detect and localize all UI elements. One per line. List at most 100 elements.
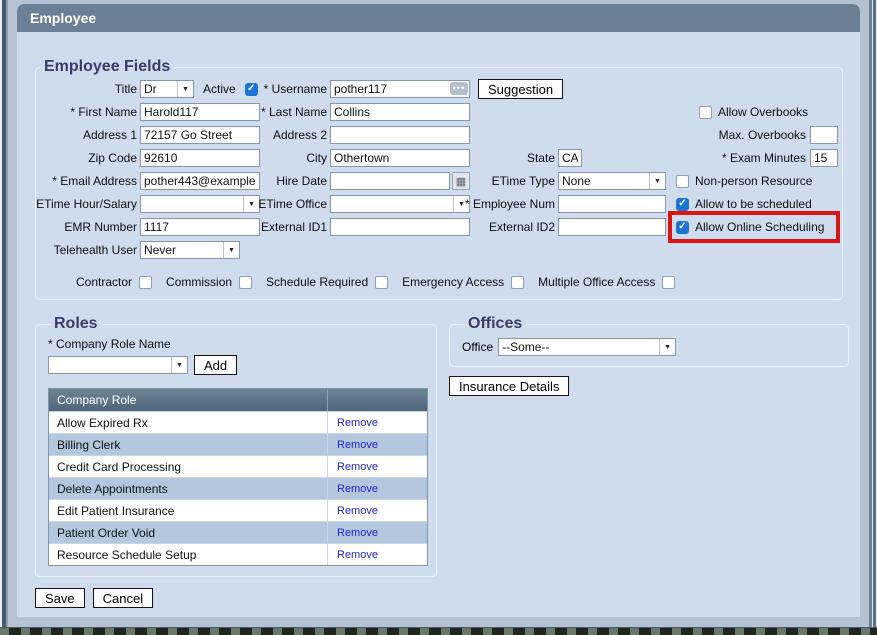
office-label: Office [462, 340, 493, 354]
contractor-checkbox[interactable] [139, 276, 152, 289]
title-dropdown[interactable]: Dr [140, 80, 194, 98]
address2-input[interactable] [330, 126, 470, 144]
non-person-resource-group: Non-person Resource [669, 172, 838, 190]
external-id2-label: External ID2 [489, 220, 555, 234]
emr-number-label: EMR Number [64, 220, 137, 234]
background-page-edge [0, 627, 877, 635]
contractor-label: Contractor [76, 275, 132, 289]
suggestion-button[interactable]: Suggestion [478, 79, 563, 99]
external-id1-label: External ID1 [261, 220, 327, 234]
allow-online-scheduling-label: Allow Online Scheduling [695, 220, 824, 234]
non-person-resource-checkbox[interactable] [676, 175, 689, 188]
employee-fields-legend: Employee Fields [40, 58, 174, 76]
office-dropdown[interactable]: --Some-- [498, 338, 676, 356]
company-role-name-label: * Company Role Name [48, 337, 428, 351]
active-label: Active [203, 82, 236, 96]
etime-office-dropdown[interactable] [330, 195, 470, 213]
emergency-access-checkbox[interactable] [511, 276, 524, 289]
max-overbooks-input[interactable] [810, 126, 838, 144]
company-role-table: Company Role Allow Expired Rx Remove Bil… [48, 388, 428, 566]
window-content: Employee Fields Title Dr Active * Userna… [17, 32, 860, 608]
exam-minutes-input[interactable] [810, 149, 838, 167]
company-role-name-dropdown[interactable] [48, 356, 188, 374]
telehealth-user-dropdown[interactable]: Never [140, 241, 240, 259]
external-id2-input[interactable] [558, 218, 666, 236]
chevron-down-icon[interactable] [171, 357, 187, 373]
hire-date-input[interactable] [330, 172, 450, 190]
footer-buttons: Save Cancel [35, 588, 844, 608]
employee-num-input[interactable] [558, 195, 666, 213]
ellipsis-icon[interactable]: ••• [450, 82, 468, 95]
table-row: Patient Order Void Remove [49, 521, 427, 543]
company-role-table-header: Company Role [49, 389, 427, 411]
allow-overbooks-pair: Allow Overbooks [699, 105, 808, 119]
role-name-cell: Credit Card Processing [49, 460, 327, 474]
chevron-down-icon[interactable] [659, 339, 675, 355]
company-role-name-value [49, 357, 171, 373]
window-title: Employee [30, 10, 96, 26]
chevron-down-icon[interactable] [177, 81, 193, 97]
role-name-cell: Billing Clerk [49, 438, 327, 452]
chevron-down-icon[interactable] [223, 242, 239, 258]
role-name-cell: Edit Patient Insurance [49, 504, 327, 518]
screen: Employee Employee Fields Title Dr Active [0, 0, 877, 635]
active-checkbox[interactable] [245, 83, 258, 96]
city-input[interactable] [330, 149, 470, 167]
table-row: Credit Card Processing Remove [49, 455, 427, 477]
username-input[interactable] [330, 80, 470, 98]
allow-online-scheduling-checkbox[interactable] [676, 221, 689, 234]
hire-date-label: Hire Date [276, 174, 327, 188]
multiple-office-access-pair: Multiple Office Access [538, 275, 675, 289]
zip-code-input[interactable] [140, 149, 260, 167]
allow-online-scheduling-group: Allow Online Scheduling [669, 218, 838, 236]
employee-window: Employee Employee Fields Title Dr Active [17, 4, 860, 617]
schedule-required-checkbox[interactable] [375, 276, 388, 289]
insurance-details-button[interactable]: Insurance Details [449, 376, 569, 396]
address1-input[interactable] [140, 126, 260, 144]
etime-hour-salary-dropdown[interactable] [140, 195, 260, 213]
remove-role-link[interactable]: Remove [328, 527, 378, 539]
last-name-label: * Last Name [261, 105, 327, 119]
offices-legend: Offices [464, 315, 526, 333]
first-name-input[interactable] [140, 103, 260, 121]
remove-role-link[interactable]: Remove [328, 461, 378, 473]
email-input[interactable] [140, 172, 260, 190]
telehealth-user-value: Never [141, 242, 223, 258]
last-name-input[interactable] [330, 103, 470, 121]
chevron-down-icon[interactable] [649, 173, 665, 189]
address2-label: Address 2 [273, 128, 327, 142]
role-name-cell: Patient Order Void [49, 526, 327, 540]
window-titlebar: Employee [17, 4, 860, 32]
commission-checkbox[interactable] [239, 276, 252, 289]
etime-office-value [331, 196, 453, 212]
company-role-header-cell: Company Role [49, 393, 327, 407]
add-role-button[interactable]: Add [194, 355, 237, 375]
remove-role-link[interactable]: Remove [328, 417, 378, 429]
etime-type-label: ETime Type [492, 174, 555, 188]
role-name-cell: Resource Schedule Setup [49, 548, 327, 562]
roles-section: Roles * Company Role Name Add Company Ro… [35, 315, 437, 577]
company-role-table-body: Allow Expired Rx Remove Billing Clerk Re… [49, 411, 427, 565]
city-label: City [306, 151, 327, 165]
external-id1-input[interactable] [330, 218, 470, 236]
access-checkbox-row: Contractor Commission Schedule Required … [76, 275, 840, 289]
remove-role-link[interactable]: Remove [328, 549, 378, 561]
remove-role-link[interactable]: Remove [328, 505, 378, 517]
multiple-office-access-label: Multiple Office Access [538, 275, 655, 289]
remove-role-link[interactable]: Remove [328, 483, 378, 495]
etime-type-dropdown[interactable]: None [558, 172, 666, 190]
calendar-icon[interactable]: ▦ [452, 172, 470, 190]
chevron-down-icon[interactable] [243, 196, 259, 212]
username-label: * Username [264, 82, 327, 96]
multiple-office-access-checkbox[interactable] [662, 276, 675, 289]
allow-to-be-scheduled-checkbox[interactable] [676, 198, 689, 211]
allow-overbooks-checkbox[interactable] [699, 106, 712, 119]
remove-header-cell [327, 389, 427, 411]
state-input[interactable] [558, 149, 582, 167]
hire-date-group: ▦ [330, 172, 470, 190]
cancel-button[interactable]: Cancel [93, 588, 153, 608]
save-button[interactable]: Save [35, 588, 85, 608]
remove-role-link[interactable]: Remove [328, 439, 378, 451]
offices-column: Offices Office --Some-- Insurance Detail… [449, 315, 849, 396]
emr-number-input[interactable] [140, 218, 260, 236]
